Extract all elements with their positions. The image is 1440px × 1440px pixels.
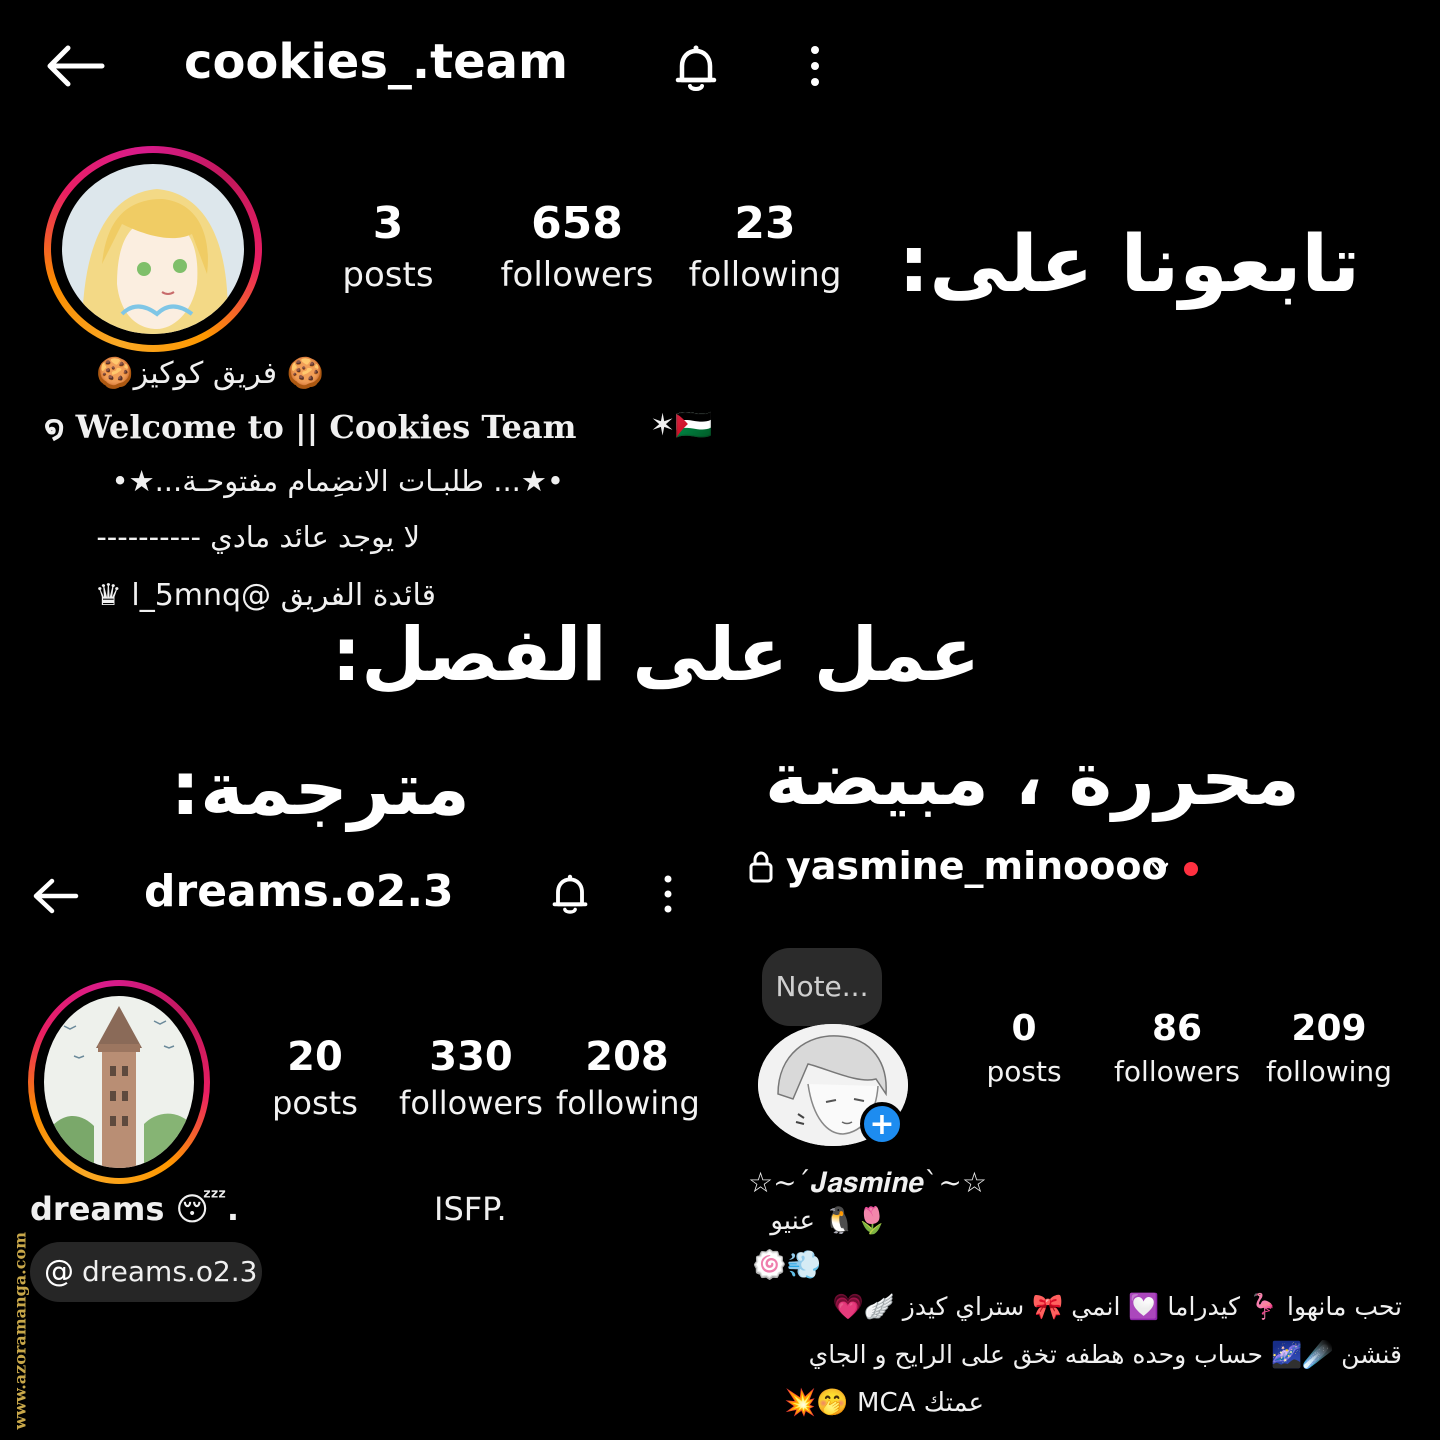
- site-watermark: www.azoramanga.com: [10, 1231, 30, 1430]
- bio-line: تحب مانهوا 🦩 كيدراما 💟 انمي 🎀 ستراي كيدز…: [832, 1292, 1402, 1321]
- add-story-button[interactable]: +: [860, 1102, 904, 1146]
- more-options-icon[interactable]: [658, 874, 678, 914]
- posts-count: 20: [287, 1034, 343, 1080]
- threads-icon: @: [44, 1254, 74, 1289]
- posts-stat[interactable]: 0 posts: [968, 1008, 1080, 1088]
- following-stat[interactable]: 209 following: [1258, 1008, 1400, 1088]
- bio-requests-line: •★... طلبـات الانضِمام مفتوحـة...★•: [111, 464, 564, 498]
- back-arrow-icon[interactable]: [44, 44, 106, 88]
- followers-stat[interactable]: 658 followers: [492, 198, 662, 295]
- worked-on-heading: عمل على الفصل:: [331, 612, 980, 698]
- translator-heading: مترجمة:: [170, 746, 470, 832]
- following-count: 23: [734, 198, 796, 249]
- followers-count: 86: [1151, 1008, 1203, 1049]
- following-stat[interactable]: 208 following: [556, 1034, 700, 1122]
- followers-label: followers: [500, 255, 654, 295]
- bio-line: 🌷🐧 عنيو: [770, 1206, 888, 1236]
- bio-name: ☆~´𝑱𝒂𝒔𝒎𝒊𝒏𝒆`~☆: [748, 1166, 987, 1199]
- avatar-tower-illustration: [44, 996, 194, 1168]
- bio-leader-line: ♛ l_5mnq@ قائدة الفريق: [94, 578, 436, 613]
- threads-handle: dreams.o2.3: [82, 1255, 258, 1288]
- following-label: following: [688, 255, 842, 295]
- posts-count: 3: [372, 198, 404, 249]
- posts-label: posts: [986, 1055, 1062, 1088]
- profile-username: dreams.o2.3: [144, 866, 454, 917]
- followers-stat[interactable]: 330 followers: [398, 1034, 544, 1122]
- plus-icon: +: [869, 1107, 895, 1142]
- profile-username: cookies_.team: [184, 34, 569, 90]
- followers-count: 330: [429, 1034, 513, 1080]
- bio-name: 🍪 فريق كوكيز🍪: [96, 356, 324, 391]
- following-count: 208: [585, 1034, 669, 1080]
- profile-avatar[interactable]: [44, 146, 262, 352]
- threads-link-chip[interactable]: @ dreams.o2.3: [30, 1242, 262, 1302]
- following-label: following: [1266, 1055, 1392, 1088]
- posts-count: 0: [1011, 1008, 1037, 1049]
- followers-count: 658: [531, 198, 623, 249]
- following-stat[interactable]: 23 following: [682, 198, 848, 295]
- followers-stat[interactable]: 86 followers: [1104, 1008, 1250, 1088]
- bio-flag: ✶🇵🇸: [650, 408, 713, 443]
- profile-username[interactable]: yasmine_minoooo: [786, 844, 1168, 888]
- editor-heading: محررة ، مبيضة: [764, 736, 1300, 822]
- avatar-illustration: [62, 164, 244, 334]
- bell-icon[interactable]: [668, 40, 724, 96]
- followers-label: followers: [1114, 1055, 1240, 1088]
- bio-line: قنشن ☄️🌌 حساب وحده هطفه تخق على الرايح و…: [808, 1340, 1402, 1369]
- note-label: Note...: [775, 970, 869, 1003]
- bio-mbti: ISFP.: [434, 1190, 507, 1228]
- posts-stat[interactable]: 3 posts: [330, 198, 446, 295]
- lock-icon: [749, 851, 773, 883]
- note-bubble[interactable]: Note...: [762, 948, 882, 1026]
- bio-line: 🍥💨: [752, 1248, 822, 1281]
- profile-avatar[interactable]: [28, 980, 210, 1184]
- posts-stat[interactable]: 20 posts: [262, 1034, 368, 1122]
- posts-label: posts: [342, 255, 434, 295]
- bell-icon[interactable]: [546, 868, 594, 920]
- bio-name: dreams 😴.: [30, 1190, 239, 1228]
- follow-us-heading: تابعونا على:: [898, 220, 1360, 310]
- bio-welcome: ໑ Welcome to || Cookies Team: [44, 408, 577, 446]
- bio-line: 💥🤭 MCA عمتك: [784, 1388, 984, 1418]
- more-options-icon[interactable]: [804, 44, 826, 88]
- bio-no-payment-line: لا يوجد عائد مادي ----------: [96, 520, 420, 554]
- status-dot: [1184, 862, 1198, 876]
- posts-label: posts: [272, 1084, 358, 1122]
- followers-label: followers: [399, 1084, 543, 1122]
- following-label: following: [556, 1084, 700, 1122]
- following-count: 209: [1291, 1008, 1367, 1049]
- chevron-down-icon[interactable]: [1150, 860, 1170, 876]
- back-arrow-icon[interactable]: [30, 876, 80, 916]
